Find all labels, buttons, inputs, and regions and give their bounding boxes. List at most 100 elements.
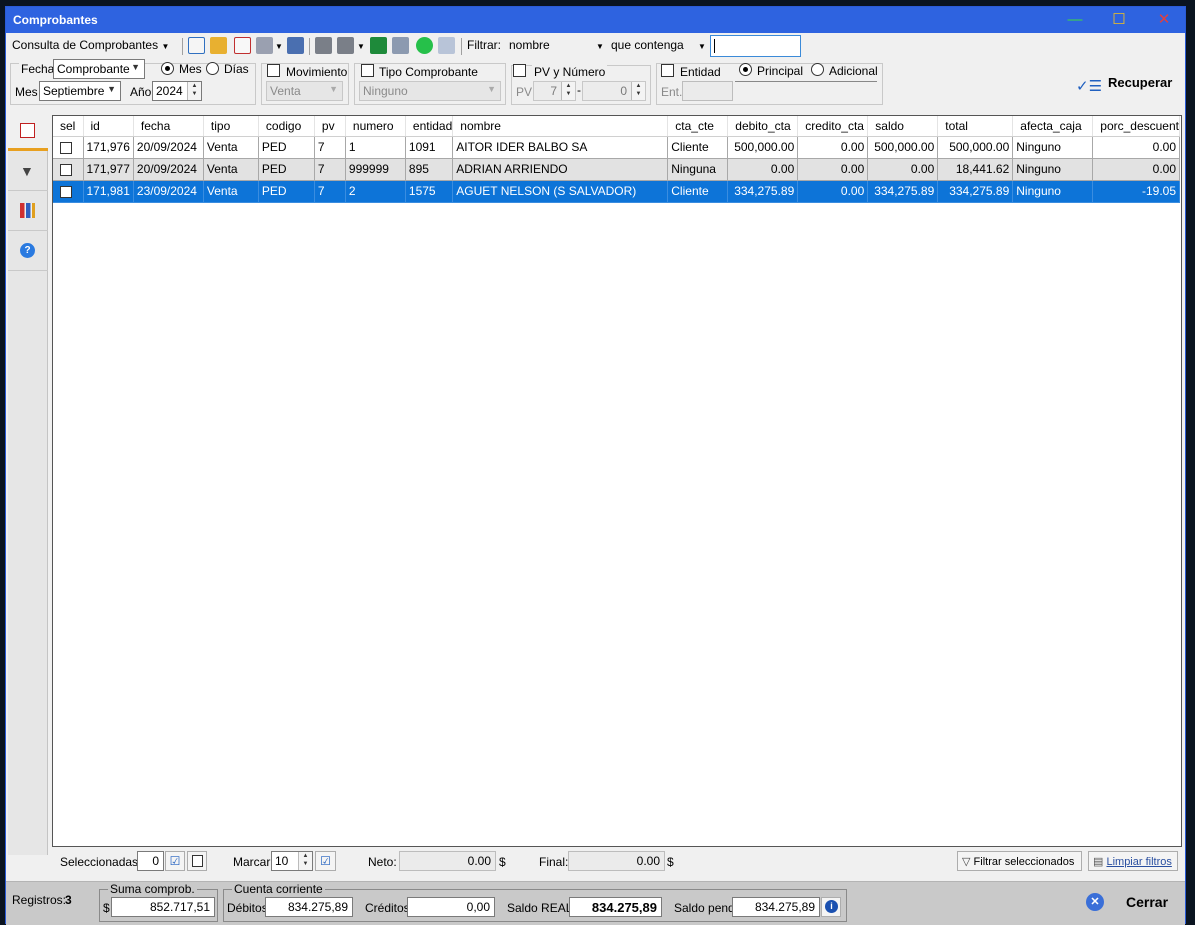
recuperar-button[interactable]: Recuperar xyxy=(1108,75,1172,90)
print-options-icon[interactable] xyxy=(337,37,354,54)
new-doc-icon[interactable] xyxy=(188,37,205,54)
chevron-down-icon[interactable]: ▼ xyxy=(596,42,604,51)
select-all-icon[interactable]: ☑ xyxy=(165,851,185,871)
spinner-arrows-icon[interactable]: ▲ ▼ xyxy=(631,82,645,100)
deselect-all-icon[interactable] xyxy=(187,851,207,871)
saldo-info-button[interactable]: i xyxy=(821,897,841,917)
cell-codigo: PED xyxy=(258,136,315,159)
cell-total: 500,000.00 xyxy=(937,136,1014,159)
consulta-label: Consulta de Comprobantes xyxy=(12,38,159,52)
seleccionadas-count: 0 xyxy=(137,851,164,871)
anio-value: 2024 xyxy=(156,84,183,98)
col-sel[interactable]: sel xyxy=(53,116,84,137)
tipo-checkbox[interactable] xyxy=(361,64,374,77)
mes-select[interactable]: Septiembre ▼ xyxy=(39,81,121,101)
col-credito-cta[interactable]: credito_cta xyxy=(797,116,869,137)
col-total[interactable]: total xyxy=(937,116,1014,137)
col-saldo[interactable]: saldo xyxy=(867,116,939,137)
movimiento-select[interactable]: Venta ▼ xyxy=(266,81,343,101)
mes-radio[interactable] xyxy=(161,62,174,75)
pdf-icon[interactable] xyxy=(234,37,251,54)
filter-icon: ▼ xyxy=(20,163,34,179)
recuperar-icon[interactable]: ✓☰ xyxy=(1076,77,1102,95)
col-cta-cte[interactable]: cta_cte xyxy=(667,116,729,137)
dias-radio[interactable] xyxy=(206,62,219,75)
cell-nombre: AITOR IDER BALBO SA xyxy=(452,136,669,159)
entidad-checkbox[interactable] xyxy=(661,64,674,77)
minimize-icon[interactable]: — xyxy=(1053,7,1097,33)
maximize-icon[interactable]: ☐ xyxy=(1097,7,1141,33)
row-checkbox[interactable] xyxy=(60,185,72,198)
filter-op-value: que contenga xyxy=(611,38,684,52)
row-select-cell[interactable] xyxy=(53,158,84,181)
anio-spinner[interactable]: 2024 ▲ ▼ xyxy=(152,81,202,101)
cell-codigo: PED xyxy=(258,180,315,203)
col-afecta-caja[interactable]: afecta_caja xyxy=(1012,116,1094,137)
tab-filtros[interactable]: ▼ xyxy=(8,151,48,191)
cerrar-icon[interactable]: ✕ xyxy=(1086,893,1104,911)
tipo-select[interactable]: Ninguno ▼ xyxy=(359,81,501,101)
filter-value-input[interactable] xyxy=(710,35,801,57)
marcar-apply-icon[interactable]: ☑ xyxy=(315,851,336,871)
tab-ayuda[interactable]: ? xyxy=(8,231,48,271)
whatsapp-icon[interactable] xyxy=(416,37,433,54)
debitos-value: 834.275,89 xyxy=(265,897,353,917)
cerrar-button[interactable]: Cerrar xyxy=(1126,894,1168,910)
col-codigo[interactable]: codigo xyxy=(258,116,315,137)
col-numero[interactable]: numero xyxy=(345,116,406,137)
pv-checkbox[interactable] xyxy=(513,64,526,77)
fecha-select[interactable]: Comprobante ▼ xyxy=(53,59,145,79)
chevron-down-icon[interactable]: ▼ xyxy=(357,42,365,51)
table-row-selected[interactable]: 171,981 23/09/2024 Venta PED 7 2 1575 AG… xyxy=(53,180,1180,203)
ent-input[interactable] xyxy=(682,81,733,101)
excel-icon[interactable] xyxy=(370,37,387,54)
row-select-cell[interactable] xyxy=(53,180,84,203)
suma-currency: $ xyxy=(103,901,110,915)
numero-spinner[interactable]: 0 ▲ ▼ xyxy=(582,81,646,101)
col-id[interactable]: id xyxy=(83,116,134,137)
duplicate-icon[interactable] xyxy=(438,37,455,54)
export-icon[interactable] xyxy=(256,37,273,54)
principal-radio[interactable] xyxy=(739,63,752,76)
col-tipo[interactable]: tipo xyxy=(203,116,259,137)
close-icon[interactable]: ✕ xyxy=(1142,7,1186,33)
table-row[interactable]: 171,976 20/09/2024 Venta PED 7 1 1091 AI… xyxy=(53,136,1180,159)
copy-icon[interactable] xyxy=(392,37,409,54)
col-nombre[interactable]: nombre xyxy=(452,116,669,137)
spinner-arrows-icon[interactable]: ▲ ▼ xyxy=(187,82,201,100)
table-row[interactable]: 171,977 20/09/2024 Venta PED 7 999999 89… xyxy=(53,158,1180,181)
email-icon[interactable] xyxy=(287,37,304,54)
col-fecha[interactable]: fecha xyxy=(133,116,204,137)
marcar-spinner[interactable]: 10 ▲ ▼ xyxy=(271,851,313,871)
pv-spinner[interactable]: 7 ▲ ▼ xyxy=(533,81,576,101)
row-select-cell[interactable] xyxy=(53,136,84,159)
clear-filter-icon: ▤ xyxy=(1093,856,1104,868)
col-porc-descuent[interactable]: porc_descuent xyxy=(1092,116,1180,137)
saldo-pend-value: 834.275,89 xyxy=(732,897,820,917)
limpiar-filtros-button[interactable]: ▤ Limpiar filtros xyxy=(1088,851,1178,871)
tab-comprobantes[interactable] xyxy=(8,111,48,151)
consulta-dropdown[interactable]: Consulta de Comprobantes ▼ xyxy=(12,38,169,52)
tab-graficos[interactable] xyxy=(8,191,48,231)
ent-underline xyxy=(735,81,877,82)
row-checkbox[interactable] xyxy=(60,141,72,154)
filter-op-dropdown[interactable]: que contenga xyxy=(611,38,684,52)
chevron-down-icon[interactable]: ▼ xyxy=(698,42,706,51)
col-pv[interactable]: pv xyxy=(314,116,346,137)
adicional-radio[interactable] xyxy=(811,63,824,76)
filtrar-seleccionados-button[interactable]: ▽ Filtrar seleccionados xyxy=(957,851,1082,871)
filter-field-dropdown[interactable]: nombre xyxy=(509,38,550,52)
col-entidad[interactable]: entidad xyxy=(405,116,454,137)
print-icon[interactable] xyxy=(315,37,332,54)
open-folder-icon[interactable] xyxy=(210,37,227,54)
window-title: Comprobantes xyxy=(13,13,98,27)
spinner-arrows-icon[interactable]: ▲ ▼ xyxy=(298,852,312,870)
cell-porc-descuent: 0.00 xyxy=(1092,158,1180,181)
row-checkbox[interactable] xyxy=(60,163,72,176)
movimiento-checkbox[interactable] xyxy=(267,64,280,77)
pv-label: PV y Número xyxy=(532,65,608,79)
chevron-down-icon[interactable]: ▼ xyxy=(275,42,283,51)
col-debito-cta[interactable]: debito_cta xyxy=(727,116,799,137)
spinner-arrows-icon[interactable]: ▲ ▼ xyxy=(561,82,575,100)
saldo-pend-label: Saldo pend. xyxy=(674,901,739,915)
